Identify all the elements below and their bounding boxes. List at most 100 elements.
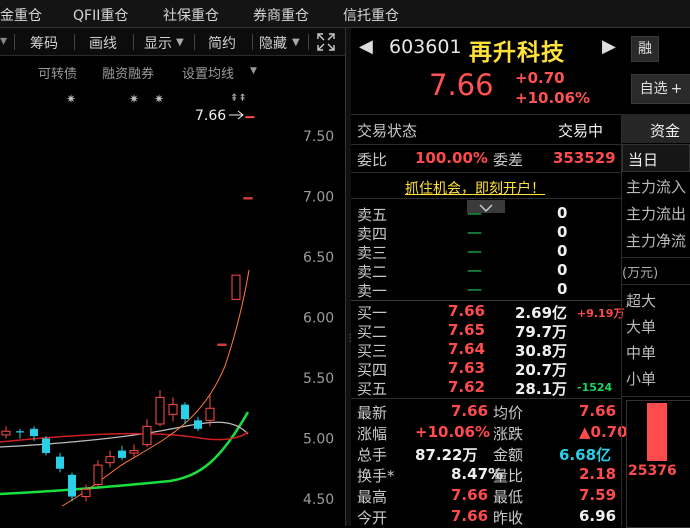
drag-handle-icon[interactable]: ⋮ bbox=[345, 333, 355, 344]
weicha-label: 委差 bbox=[493, 151, 524, 169]
price-change-pct: +10.06% bbox=[515, 89, 591, 107]
draw-line-button[interactable]: 画线 bbox=[89, 33, 117, 53]
bid-volume-change: +9.19万 bbox=[577, 307, 625, 320]
stat-value: 7.66 bbox=[451, 402, 489, 420]
stat-label: 昨收 bbox=[493, 509, 524, 527]
candle-body[interactable] bbox=[194, 420, 202, 429]
chevron-down-icon[interactable]: ▼ bbox=[176, 37, 184, 48]
bid-price: 7.63 bbox=[448, 359, 486, 377]
stat-label: 最高 bbox=[357, 488, 388, 506]
candle-body[interactable] bbox=[68, 474, 76, 497]
stat-label: 量比 bbox=[493, 467, 524, 485]
candle-body[interactable] bbox=[129, 450, 139, 454]
prev-stock-icon[interactable]: ◀ bbox=[359, 36, 373, 57]
candle-body[interactable] bbox=[243, 197, 253, 200]
candlestick-chart[interactable]: ✷ ✷ ✷ ⇞⇞ 7.66 7.50 7.00 6.50 6.00 5.50 5.00 4.… bbox=[0, 86, 345, 526]
tab-fund[interactable]: 资金 bbox=[622, 114, 690, 143]
ask-price: — bbox=[467, 204, 482, 222]
divider bbox=[133, 34, 134, 50]
star-marker: ✷ bbox=[129, 92, 139, 106]
candle-body[interactable] bbox=[118, 450, 126, 458]
axis-tick-label: 6.00 bbox=[303, 311, 334, 327]
bid-level-label: 买五 bbox=[357, 380, 388, 398]
moving-averages bbox=[0, 269, 250, 507]
hide-button[interactable]: 隐藏 bbox=[259, 33, 287, 53]
candle-body[interactable] bbox=[30, 428, 38, 437]
stat-value: +10.06% bbox=[415, 423, 491, 441]
stat-value: 7.66 bbox=[579, 402, 617, 420]
next-stock-icon[interactable]: ▶ bbox=[602, 36, 616, 57]
star-marker: ✷ bbox=[66, 92, 76, 106]
candle-body[interactable] bbox=[56, 456, 64, 469]
tab-quanshang[interactable]: 券商重仓 bbox=[253, 5, 309, 25]
stat-value: 87.22万 bbox=[415, 446, 478, 464]
candle-body[interactable] bbox=[155, 396, 165, 425]
candle-body[interactable] bbox=[105, 456, 115, 464]
stat-label: 今开 bbox=[357, 509, 388, 527]
price-change: +0.70 bbox=[515, 69, 565, 87]
candle-body[interactable] bbox=[142, 425, 152, 446]
bid-volume: 28.1万 bbox=[515, 380, 568, 398]
today-button[interactable]: 当日 bbox=[622, 144, 690, 172]
ask-price: — bbox=[467, 242, 482, 260]
stat-label: 涨幅 bbox=[357, 425, 388, 443]
fullscreen-icon[interactable] bbox=[316, 32, 336, 52]
simple-button[interactable]: 简约 bbox=[208, 33, 236, 53]
stat-value: 7.66 bbox=[451, 507, 489, 525]
stat-label: 金额 bbox=[493, 446, 524, 464]
stat-label: 换手* bbox=[357, 467, 395, 485]
set-ma-link[interactable]: 设置均线 bbox=[182, 63, 234, 82]
price-axis: 7.50 7.00 6.50 6.00 5.50 5.00 4.50 bbox=[303, 129, 334, 508]
candle-body[interactable] bbox=[217, 343, 227, 346]
bid-price: 7.62 bbox=[448, 378, 486, 396]
tab-shebao[interactable]: 社保重仓 bbox=[163, 5, 219, 25]
open-account-link[interactable]: 抓住机会，即刻开户！ bbox=[405, 178, 545, 198]
divider bbox=[622, 396, 690, 397]
candle-body[interactable] bbox=[93, 464, 103, 485]
tab-jinzhongcang[interactable]: 金重仓 bbox=[0, 5, 42, 25]
star-marker: ✷ bbox=[154, 92, 164, 106]
add-watchlist-button[interactable]: 自选 + bbox=[631, 74, 690, 104]
divider bbox=[252, 34, 253, 50]
divider bbox=[622, 284, 690, 285]
unit-label: (万元) bbox=[622, 266, 659, 281]
chevron-down-icon[interactable]: ▼ bbox=[250, 66, 257, 76]
candle-body[interactable] bbox=[1, 430, 11, 436]
margin-trading-link[interactable]: 融资融券 bbox=[102, 63, 154, 82]
fund-tab-label: 资金 bbox=[650, 122, 681, 140]
divider bbox=[351, 172, 621, 173]
chevron-down-icon[interactable]: ▾ bbox=[0, 33, 7, 49]
status-label: 交易状态 bbox=[357, 122, 418, 140]
candle-body[interactable] bbox=[205, 407, 215, 421]
tab-xintuo[interactable]: 信托重仓 bbox=[343, 5, 399, 25]
candle-body[interactable] bbox=[245, 116, 255, 119]
margin-button[interactable]: 融 bbox=[631, 36, 659, 62]
today-label: 当日 bbox=[628, 151, 659, 169]
axis-tick-label: 4.50 bbox=[303, 492, 334, 508]
up-marker: ⇞⇞ bbox=[230, 93, 247, 104]
candle-body[interactable] bbox=[168, 404, 178, 415]
order-small-label: 小单 bbox=[626, 370, 657, 388]
chip-button[interactable]: 筹码 bbox=[30, 33, 58, 53]
tab-qfii[interactable]: QFII重仓 bbox=[73, 5, 128, 25]
main-outflow-label: 主力流出 bbox=[626, 205, 687, 223]
ask-level-label: 卖一 bbox=[357, 282, 388, 300]
chevron-down-icon[interactable]: ▼ bbox=[292, 37, 300, 48]
ask-volume: 0 bbox=[557, 261, 568, 279]
axis-tick-label: 5.00 bbox=[303, 432, 334, 448]
bid-level-label: 买四 bbox=[357, 361, 388, 379]
candle-body[interactable] bbox=[181, 404, 189, 420]
bid-level-label: 买二 bbox=[357, 323, 388, 341]
candle-body[interactable] bbox=[231, 274, 241, 300]
stat-label: 最新 bbox=[357, 404, 388, 422]
candle-body[interactable] bbox=[16, 431, 24, 433]
main-net-label: 主力净流 bbox=[626, 232, 687, 250]
candle-body[interactable] bbox=[81, 488, 91, 498]
display-button[interactable]: 显示 bbox=[144, 33, 172, 53]
convertible-bond-link[interactable]: 可转债 bbox=[38, 63, 77, 82]
stat-value: 6.96 bbox=[579, 507, 617, 525]
divider bbox=[351, 114, 621, 115]
order-medium-label: 中单 bbox=[626, 344, 657, 362]
weibi-label: 委比 bbox=[357, 151, 388, 169]
candle-body[interactable] bbox=[42, 438, 50, 454]
